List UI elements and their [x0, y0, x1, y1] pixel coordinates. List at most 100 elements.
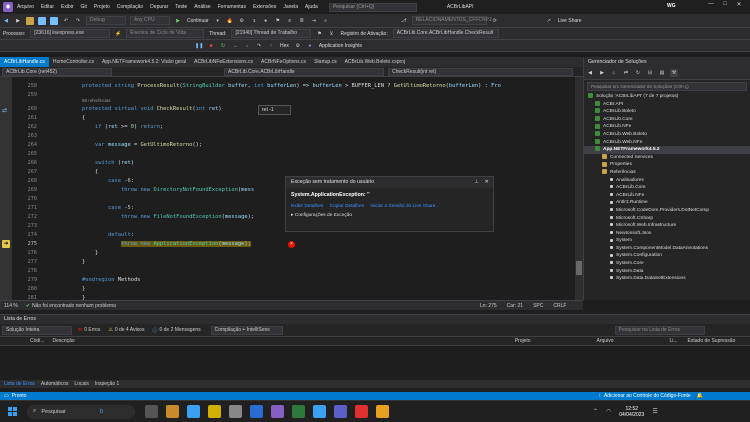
class-dropdown[interactable]: ACBrLib.Core.ACBrLibHandle — [224, 67, 384, 76]
code-line[interactable]: 261 { — [0, 114, 575, 123]
column-line[interactable]: Li... — [669, 338, 677, 344]
configuration-dropdown[interactable]: Debug — [86, 16, 126, 25]
forward-icon[interactable]: ▶ — [598, 69, 606, 77]
code-line[interactable]: 262 if (ret >= 0) return; — [0, 123, 575, 132]
platform-dropdown[interactable]: Any CPU — [130, 16, 170, 25]
hex-button[interactable]: Hex — [280, 43, 289, 49]
exception-glyph-icon[interactable]: × — [288, 241, 295, 248]
code-line[interactable]: 265 — [0, 150, 575, 159]
menu-compilacao[interactable]: Compilação — [117, 4, 143, 10]
global-search-input[interactable]: Pesquisar (Ctrl+Q) — [328, 2, 417, 12]
column-suppression[interactable]: Estado de Supressão — [688, 338, 736, 344]
save-icon[interactable] — [38, 16, 46, 25]
tab-homecontroller[interactable]: HomeController.cs — [49, 57, 98, 67]
warnings-filter-button[interactable]: 0 de 4 Avisos — [115, 327, 145, 333]
reference-item[interactable]: System.ComponentModel.DataAnnotations — [584, 245, 750, 253]
reference-item[interactable]: System.Data — [584, 268, 750, 276]
media-icon[interactable] — [355, 405, 368, 418]
home-icon[interactable]: ⌂ — [610, 69, 618, 77]
project-item[interactable]: ACBrLib.Boleto — [584, 108, 750, 116]
breakpoint-icon[interactable]: ● — [262, 17, 270, 25]
app-icon[interactable] — [250, 405, 263, 418]
stop-icon[interactable]: ■ — [207, 42, 215, 50]
project-item[interactable]: ACBr.API — [584, 100, 750, 109]
comment-icon[interactable]: ≡ — [286, 17, 294, 25]
tree-item[interactable]: Referências — [584, 169, 750, 177]
maximize-icon[interactable]: □ — [718, 1, 732, 8]
member-dropdown[interactable]: CheckResult(int ret) — [388, 67, 573, 76]
code-line[interactable]: 279 #endregion Methods — [0, 276, 575, 285]
column-description[interactable]: Descrição — [52, 338, 74, 344]
whitespace-mode[interactable]: SPC — [533, 303, 543, 309]
reference-item[interactable]: System.Configuration — [584, 252, 750, 260]
code-line[interactable]: 276 } — [0, 249, 575, 258]
user-avatar[interactable]: WG — [667, 3, 676, 9]
show-all-files-icon[interactable]: ▤ — [658, 69, 666, 77]
column-file[interactable]: Arquivo — [597, 338, 614, 344]
application-insights-button[interactable]: Application Insights — [319, 43, 362, 49]
menu-ferramentas[interactable]: Ferramentas — [218, 4, 246, 10]
exception-settings-expander[interactable]: ▸ Configurações de Exceção — [286, 209, 493, 218]
project-item[interactable]: App.NETFramework4.5.2 — [584, 146, 750, 154]
code-line[interactable]: 277} — [0, 258, 575, 267]
data-tip[interactable]: ret -1 — [258, 105, 291, 115]
notifications-icon[interactable]: 🔔 — [697, 393, 703, 399]
menu-projeto[interactable]: Projeto — [94, 4, 110, 10]
menu-janela[interactable]: Janela — [283, 4, 298, 10]
view-details-link[interactable]: Exibir Detalhes — [291, 204, 323, 209]
tab-app-overview[interactable]: App.NETFramework4.5.2: Visão geral — [98, 57, 190, 67]
format-icon[interactable]: ⇥ — [310, 17, 318, 25]
reference-item[interactable]: ACBrLib.NFe — [584, 192, 750, 200]
reference-item[interactable]: Antlr3.Runtime — [584, 199, 750, 207]
close-icon[interactable]: ✕ — [485, 177, 489, 188]
chrome-icon[interactable] — [376, 405, 389, 418]
excel-icon[interactable] — [292, 405, 305, 418]
back-icon[interactable]: ◀ — [586, 69, 594, 77]
project-item[interactable]: ACBrLib.NFe — [584, 123, 750, 131]
column-project[interactable]: Projeto — [515, 338, 531, 344]
redo-icon[interactable]: ↷ — [74, 17, 82, 25]
task-view-icon[interactable] — [145, 405, 158, 418]
copy-details-link[interactable]: Copiar Detalhes — [330, 204, 364, 209]
windows-start-icon[interactable] — [8, 407, 17, 416]
tab-acbrlibhandle[interactable]: ACBrLibHandle.cs — [0, 57, 49, 67]
reference-item[interactable]: Microsoft.CodeDom.Providers.DotNetComp — [584, 207, 750, 215]
refresh-icon[interactable]: ↻ — [634, 69, 642, 77]
errors-filter-button[interactable]: 0 Erros — [84, 327, 100, 333]
minimize-icon[interactable]: — — [704, 1, 718, 8]
tab-acbrnfeoptions[interactable]: ACBrNFeOptions.cs — [257, 57, 310, 67]
tab-autos[interactable]: Automáticos — [41, 381, 69, 387]
project-dropdown[interactable]: ACBrLib.Core (net452) — [2, 67, 112, 76]
vscode-icon[interactable] — [313, 405, 326, 418]
error-search-input[interactable]: Pesquisar na Lista de Erros — [614, 325, 705, 335]
zoom-level[interactable]: 114 % — [4, 303, 18, 309]
taskbar-search[interactable]: ⌕ Pesquisar b — [27, 404, 135, 419]
code-line[interactable]: 263 — [0, 132, 575, 141]
folder-icon[interactable] — [208, 405, 221, 418]
project-item[interactable]: ACBrLib.Web.NFe — [584, 138, 750, 147]
reference-item[interactable]: ACBrLib.Core — [584, 184, 750, 192]
find-icon[interactable]: ⌕ — [322, 17, 330, 25]
restart-icon[interactable]: ↻ — [219, 42, 227, 50]
editor-scrollbar[interactable] — [575, 77, 583, 300]
menu-editar[interactable]: Editar — [41, 4, 54, 10]
reference-item[interactable]: System.Data.DataSetExtensions — [584, 275, 750, 283]
add-source-control-button[interactable]: Adicionar ao Controle do Código-Fonte — [604, 393, 691, 399]
edge-icon[interactable] — [187, 405, 200, 418]
line-ending[interactable]: CRLF — [553, 303, 566, 309]
reference-item[interactable]: Analisadores — [584, 177, 750, 185]
reference-item[interactable]: Microsoft.Web.Infrastructure — [584, 222, 750, 230]
new-item-icon[interactable] — [26, 16, 34, 25]
bookmark-icon[interactable]: ⚑ — [274, 17, 282, 25]
stack-frame-dropdown[interactable]: ACBrLib.Core.ACBrLibHandle.CheckResult — [392, 29, 499, 38]
wifi-icon[interactable]: ◠ — [606, 408, 611, 415]
menu-git[interactable]: Git — [81, 4, 87, 10]
teams-icon[interactable] — [334, 405, 347, 418]
code-line[interactable]: 280} — [0, 285, 575, 294]
code-line[interactable]: 258 protected string ProcessResult(String… — [0, 82, 575, 91]
tab-acbrlibnfeextensions[interactable]: ACBrLibNFeExtensions.cs — [190, 57, 257, 67]
tab-locals[interactable]: Locais — [74, 381, 88, 387]
lifecycle-events-dropdown[interactable]: Eventos de Ciclo de Vida — [126, 29, 205, 38]
scope-dropdown[interactable]: Solução Inteira — [2, 325, 72, 335]
build-filter-dropdown[interactable]: Compilação + IntelliSens — [210, 325, 283, 335]
